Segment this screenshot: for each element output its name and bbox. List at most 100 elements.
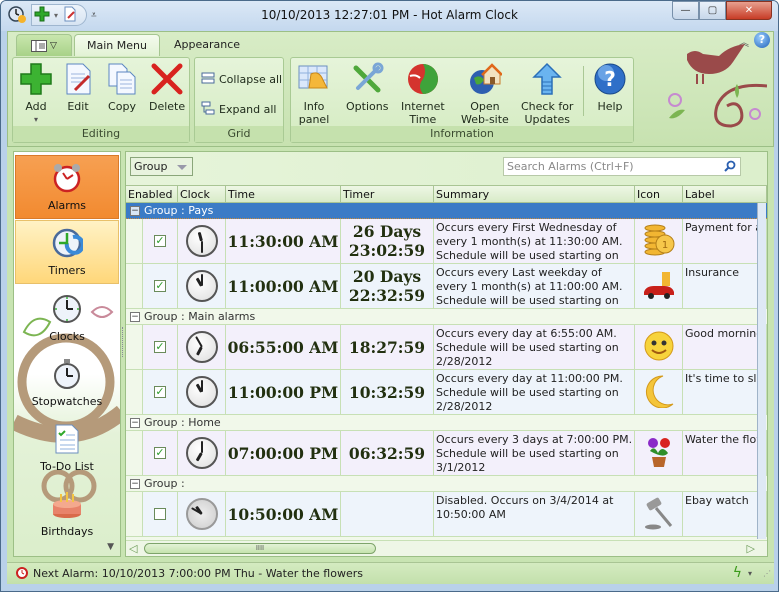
column-header-label[interactable]: Label [683, 186, 767, 203]
minimize-button[interactable]: — [672, 1, 699, 20]
column-header-timer[interactable]: Timer [341, 186, 434, 203]
timer-cell: 06:32:59 [341, 431, 434, 475]
moon-icon [643, 374, 675, 411]
tab-main-menu[interactable]: Main Menu [74, 34, 160, 56]
icon-cell [635, 431, 683, 475]
row-indent [126, 325, 143, 369]
table-row[interactable]: ✓ 07:00:00 PM 06:32:59 Occurs every 3 days … [126, 431, 767, 476]
timer-icon [50, 226, 84, 260]
info-panel-button[interactable]: Info panel [297, 62, 331, 126]
table-row[interactable]: ✓ 11:30:00 AM 26 Days 23:02:59 Occurs every … [126, 219, 767, 264]
horizontal-scrollbar[interactable]: ◁ IIII ▷ [126, 540, 767, 556]
group-title: Group : Home [144, 415, 221, 429]
scroll-right-icon[interactable]: ▷ [747, 542, 755, 555]
time-cell: 11:30:00 AM [226, 219, 341, 263]
timer-line-2: 22:32:59 [348, 286, 426, 305]
clock-cell [178, 431, 226, 475]
table-row[interactable]: ✓ 11:00:00 AM 20 Days 22:32:59 Occurs every … [126, 264, 767, 309]
group-row[interactable]: − Group : Home [126, 415, 767, 431]
group-row[interactable]: − Group : Main alarms [126, 309, 767, 325]
column-header-summary[interactable]: Summary [434, 186, 635, 203]
collapse-group-icon[interactable]: − [130, 311, 140, 322]
search-input[interactable]: Search Alarms (Ctrl+F) [503, 157, 741, 176]
table-row[interactable]: ✓ 11:00:00 PM 10:32:59 Occurs every day at … [126, 370, 767, 415]
options-button[interactable]: Options [346, 62, 388, 113]
add-dropdown-icon: ▾ [33, 115, 38, 124]
sidebar-item-alarms[interactable]: Alarms [15, 155, 119, 219]
title-bar: ▾ ⩡ 10/10/2013 12:27:01 PM - Hot Alarm C… [1, 1, 778, 31]
sidebar-item-birthdays[interactable]: Birthdays [15, 480, 119, 544]
collapse-group-icon[interactable]: − [130, 478, 140, 489]
sidebar-item-clocks[interactable]: Clocks [15, 285, 119, 349]
alarms-panel: Group Search Alarms (Ctrl+F) Enabled Clo… [125, 151, 768, 557]
timer-line-2: 23:02:59 [348, 241, 426, 260]
smiley-icon [643, 330, 675, 365]
delete-button[interactable]: Delete [149, 62, 185, 113]
analog-clock-icon [185, 270, 218, 302]
internet-time-button[interactable]: Internet Time [401, 62, 445, 126]
enabled-checkbox[interactable]: ✓ [154, 280, 166, 292]
copy-button[interactable]: Copy [105, 62, 139, 113]
enabled-checkbox[interactable]: ✓ [154, 386, 166, 398]
edit-button[interactable]: Edit [61, 62, 95, 113]
maximize-button[interactable]: ▢ [699, 1, 726, 20]
editing-group: Add ▾ Edit Copy Delete Editing [12, 57, 190, 143]
sidebar-item-label: Stopwatches [31, 395, 103, 408]
sidebar-item-timers[interactable]: Timers [15, 220, 119, 284]
bird-decoration-icon [668, 44, 767, 128]
column-header-icon[interactable]: Icon [635, 186, 683, 203]
vertical-scrollbar[interactable] [757, 203, 766, 539]
enabled-cell: ✓ [143, 431, 178, 475]
label-cell: Good morning my [683, 325, 767, 369]
sidebar-item-todo-list[interactable]: To-Do List [15, 415, 119, 479]
internet-time-label-2: Time [409, 113, 437, 126]
add-button[interactable]: Add ▾ [19, 62, 53, 126]
label-cell: It's time to sleep [683, 370, 767, 414]
collapse-group-icon[interactable]: − [130, 417, 140, 428]
column-header-enabled[interactable]: Enabled [126, 186, 178, 203]
options-label: Options [346, 100, 389, 113]
ribbon: ▽ Main Menu Appearance ︽ ? Add ▾ Edit Co… [7, 31, 774, 147]
lightning-icon[interactable]: ϟ [733, 565, 742, 581]
icon-cell [635, 492, 683, 536]
sidebar: Alarms Timers Clocks Stopwatches To-Do L… [13, 151, 121, 557]
group-row[interactable]: − Group : [126, 476, 767, 492]
summary-cell: Occurs every day at 6:55:00 AM. Schedule… [434, 325, 635, 369]
table-row[interactable]: ✓ 06:55:00 AM 18:27:59 Occurs every day at … [126, 325, 767, 370]
timer-line-1: 20 Days [352, 267, 422, 286]
table-row[interactable]: 10:50:00 AM Disabled. Occurs on 3/4/2014 … [126, 492, 767, 537]
analog-clock-icon [185, 437, 218, 469]
chevron-down-icon[interactable]: ▾ [748, 569, 752, 578]
close-button[interactable]: ✕ [726, 1, 772, 20]
group-row[interactable]: − Group : Pays [126, 203, 767, 219]
clock-cell [178, 370, 226, 414]
group-by-dropdown[interactable]: Group [130, 157, 193, 176]
column-header-clock[interactable]: Clock [178, 186, 226, 203]
help-button[interactable]: ? Help [593, 62, 627, 113]
scroll-left-icon[interactable]: ◁ [129, 542, 137, 555]
enabled-checkbox[interactable] [154, 508, 166, 520]
application-menu-button[interactable]: ▽ [16, 34, 72, 56]
tab-appearance[interactable]: Appearance [162, 34, 252, 56]
row-indent [126, 219, 143, 263]
sidebar-item-stopwatches[interactable]: Stopwatches [15, 350, 119, 414]
expand-all-button[interactable]: Expand all [201, 101, 277, 118]
enabled-checkbox[interactable]: ✓ [154, 447, 166, 459]
edit-label: Edit [67, 100, 89, 113]
label-cell: Water the flowers [683, 431, 767, 475]
minute-hand [200, 441, 203, 453]
open-website-button[interactable]: Open Web-site [461, 62, 509, 126]
time-cell: 07:00:00 PM [226, 431, 341, 475]
enabled-checkbox[interactable]: ✓ [154, 341, 166, 353]
search-icon[interactable] [724, 160, 736, 177]
check-for-updates-button[interactable]: Check for Updates [521, 62, 573, 126]
column-header-time[interactable]: Time [226, 186, 341, 203]
collapse-group-icon[interactable]: − [130, 205, 140, 216]
main-area: Alarms Timers Clocks Stopwatches To-Do L… [7, 147, 774, 562]
horizontal-scroll-thumb[interactable]: IIII [144, 543, 376, 554]
enabled-checkbox[interactable]: ✓ [154, 235, 166, 247]
sidebar-scroll-down-icon[interactable]: ▼ [107, 542, 114, 552]
resize-grip-icon[interactable]: ⋰ [763, 569, 771, 578]
enabled-cell: ✓ [143, 325, 178, 369]
collapse-all-button[interactable]: Collapse all [201, 72, 282, 87]
